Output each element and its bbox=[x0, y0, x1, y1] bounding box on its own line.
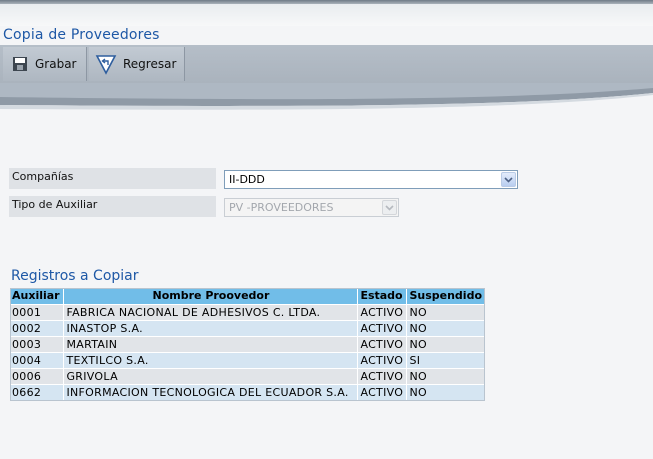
cell-auxiliar: 0002 bbox=[10, 319, 65, 336]
table-row[interactable]: 0002 INASTOP S.A. ACTIVO NO bbox=[10, 319, 485, 336]
column-header-auxiliar: Auxiliar bbox=[10, 288, 65, 304]
table-row[interactable]: 0662 INFORMACION TECNOLOGICA DEL ECUADOR… bbox=[10, 383, 485, 400]
column-header-estado: Estado bbox=[357, 288, 408, 304]
cell-estado: ACTIVO bbox=[357, 335, 408, 352]
cell-suspendido: NO bbox=[406, 383, 485, 400]
cell-estado: ACTIVO bbox=[357, 351, 408, 368]
cell-auxiliar: 0001 bbox=[10, 303, 65, 320]
save-icon bbox=[11, 55, 29, 73]
company-label-cell: Compañías bbox=[9, 168, 216, 189]
cell-suspendido: NO bbox=[406, 367, 485, 384]
page-title: Copia de Proveedores bbox=[3, 27, 160, 43]
cell-nombre: TEXTILCO S.A. bbox=[63, 351, 359, 368]
aux-type-label-cell: Tipo de Auxiliar bbox=[9, 196, 216, 217]
cell-auxiliar: 0003 bbox=[10, 335, 65, 352]
column-header-suspendido: Suspendido bbox=[406, 288, 485, 304]
table-row[interactable]: 0003 MARTAIN ACTIVO NO bbox=[10, 335, 485, 352]
company-label: Compañías bbox=[12, 170, 74, 183]
chevron-down-icon bbox=[382, 200, 397, 215]
company-select[interactable]: II-DDD bbox=[224, 170, 518, 189]
table-header-row: Auxiliar Nombre Proovedor Estado Suspend… bbox=[10, 288, 485, 304]
cell-auxiliar: 0004 bbox=[10, 351, 65, 368]
cell-estado: ACTIVO bbox=[357, 303, 408, 320]
cell-suspendido: NO bbox=[406, 303, 485, 320]
column-header-nombre: Nombre Proovedor bbox=[63, 288, 359, 304]
cell-suspendido: NO bbox=[406, 335, 485, 352]
save-button-label: Grabar bbox=[35, 57, 77, 71]
aux-type-select-value: PV -PROVEEDORES bbox=[229, 201, 334, 214]
records-table: Auxiliar Nombre Proovedor Estado Suspend… bbox=[10, 288, 485, 400]
cell-auxiliar: 0006 bbox=[10, 367, 65, 384]
cell-nombre: GRIVOLA bbox=[63, 367, 359, 384]
window-top-band bbox=[0, 4, 653, 26]
aux-type-select: PV -PROVEEDORES bbox=[224, 198, 399, 217]
cell-estado: ACTIVO bbox=[357, 383, 408, 400]
company-select-value: II-DDD bbox=[229, 173, 265, 186]
cell-suspendido: SI bbox=[406, 351, 485, 368]
back-button[interactable]: Regresar bbox=[89, 47, 185, 81]
cell-estado: ACTIVO bbox=[357, 367, 408, 384]
save-button[interactable]: Grabar bbox=[3, 47, 87, 81]
return-arrow-icon bbox=[95, 53, 117, 75]
aux-type-label: Tipo de Auxiliar bbox=[12, 198, 98, 211]
records-section-title: Registros a Copiar bbox=[11, 268, 139, 284]
header-wave-decoration bbox=[0, 83, 653, 110]
cell-nombre: MARTAIN bbox=[63, 335, 359, 352]
table-row[interactable]: 0004 TEXTILCO S.A. ACTIVO SI bbox=[10, 351, 485, 368]
cell-nombre: INASTOP S.A. bbox=[63, 319, 359, 336]
cell-nombre: FABRICA NACIONAL DE ADHESIVOS C. LTDA. bbox=[63, 303, 359, 320]
cell-estado: ACTIVO bbox=[357, 319, 408, 336]
cell-nombre: INFORMACION TECNOLOGICA DEL ECUADOR S.A. bbox=[63, 383, 359, 400]
chevron-down-icon[interactable] bbox=[501, 172, 516, 187]
back-button-label: Regresar bbox=[123, 57, 177, 71]
table-row[interactable]: 0001 FABRICA NACIONAL DE ADHESIVOS C. LT… bbox=[10, 303, 485, 320]
table-row[interactable]: 0006 GRIVOLA ACTIVO NO bbox=[10, 367, 485, 384]
cell-suspendido: NO bbox=[406, 319, 485, 336]
toolbar: Grabar Regresar bbox=[0, 45, 653, 83]
cell-auxiliar: 0662 bbox=[10, 383, 65, 400]
